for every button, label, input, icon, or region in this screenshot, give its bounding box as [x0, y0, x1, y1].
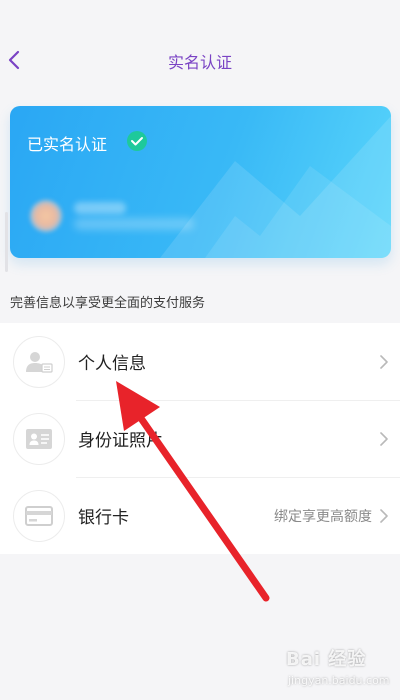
- verified-status-label: 已实名认证: [27, 135, 108, 154]
- info-list: 个人信息 身份证照片 银行卡 绑定享更高额度: [0, 323, 400, 554]
- card-decoration: [160, 116, 391, 258]
- masked-name: [74, 202, 126, 214]
- page-title: 实名认证: [167, 53, 232, 72]
- list-item-label: 个人信息: [78, 354, 146, 374]
- list-item-id-photo[interactable]: 身份证照片: [0, 400, 400, 477]
- masked-id-number: [74, 218, 194, 230]
- real-name-auth-page: 实名认证 已实名认证 完善信息以享受更全面的支付服务 个人信息 身份证照片 银行…: [0, 0, 400, 700]
- check-circle-icon: [127, 131, 147, 151]
- bank-card-icon: [13, 489, 65, 542]
- list-item-personal-info[interactable]: 个人信息: [0, 323, 400, 400]
- navigation-bar: 实名认证: [0, 0, 400, 86]
- section-title: 完善信息以享受更全面的支付服务: [10, 296, 206, 311]
- list-item-bank-card[interactable]: 银行卡 绑定享更高额度: [0, 477, 400, 554]
- list-item-label: 银行卡: [78, 508, 129, 528]
- verified-status-card: 已实名认证: [10, 106, 391, 258]
- chevron-right-icon: [378, 431, 390, 447]
- user-card-icon: [13, 335, 65, 388]
- watermark-url: jingyan.baidu.com: [288, 674, 390, 687]
- chevron-right-icon: [378, 508, 390, 524]
- chevron-right-icon: [378, 354, 390, 370]
- watermark-logo: Bai 经验: [286, 649, 367, 670]
- avatar: [30, 200, 62, 232]
- scroll-indicator: [5, 212, 8, 272]
- id-card-icon: [13, 412, 65, 465]
- bank-card-benefit-note: 绑定享更高额度: [274, 508, 372, 525]
- list-item-label: 身份证照片: [78, 431, 163, 451]
